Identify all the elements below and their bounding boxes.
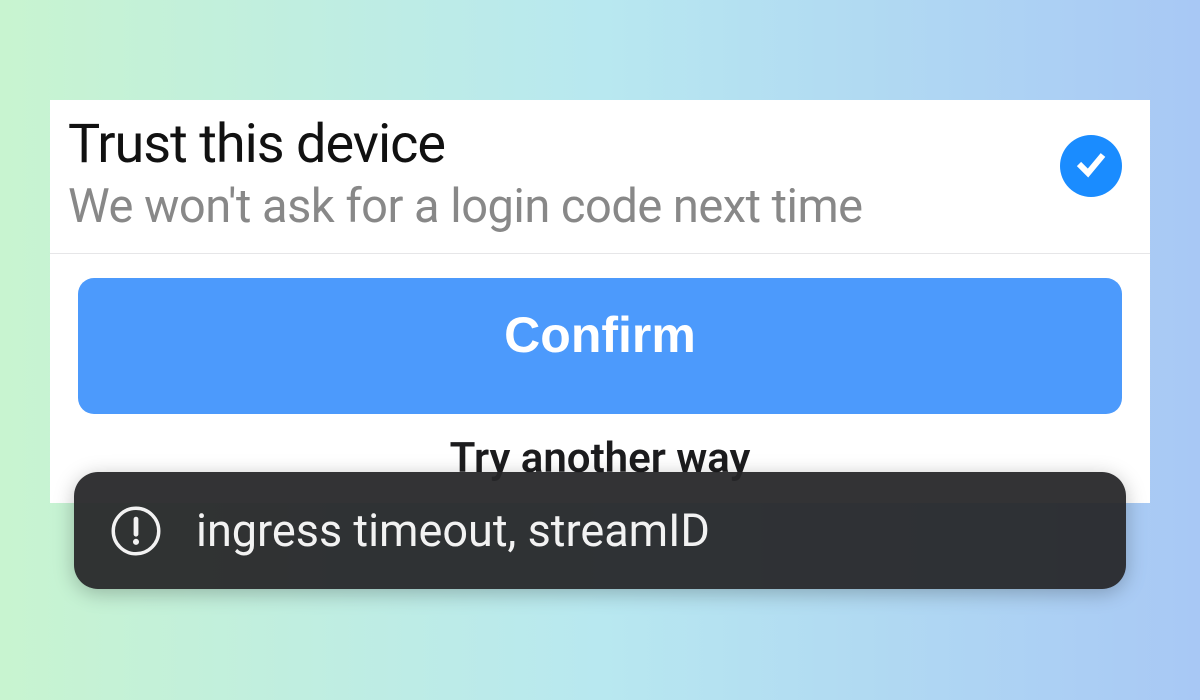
toast-message: ingress timeout, streamID — [196, 504, 710, 557]
trust-title: Trust this device — [68, 114, 1060, 176]
alert-icon — [110, 505, 162, 557]
trust-subtitle: We won't ask for a login code next time — [68, 178, 1060, 235]
error-toast: ingress timeout, streamID — [74, 472, 1126, 589]
trust-checkbox-checked[interactable] — [1060, 135, 1122, 197]
button-area: Confirm Try another way — [50, 254, 1150, 503]
trust-device-row[interactable]: Trust this device We won't ask for a log… — [50, 100, 1150, 254]
login-card: Trust this device We won't ask for a log… — [50, 100, 1150, 503]
trust-text-block: Trust this device We won't ask for a log… — [68, 114, 1060, 235]
confirm-button[interactable]: Confirm — [78, 278, 1122, 414]
checkmark-icon — [1073, 146, 1109, 186]
